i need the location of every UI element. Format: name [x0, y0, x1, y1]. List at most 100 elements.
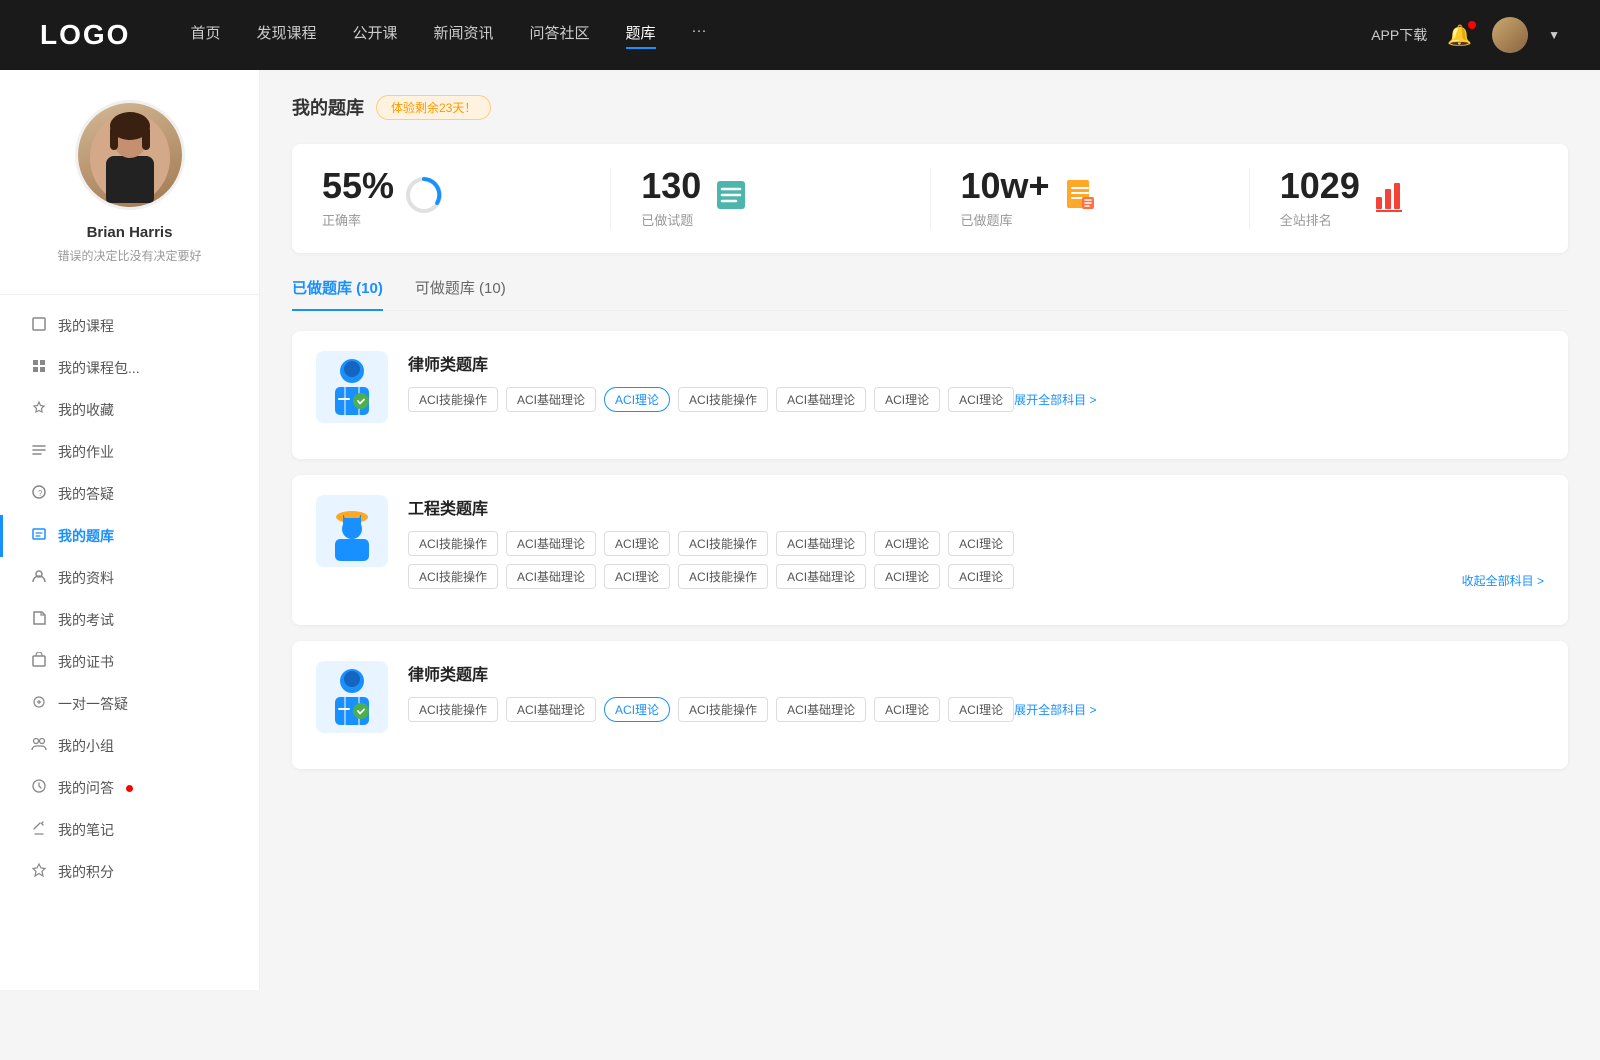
tag-1-r1-6[interactable]: ACI理论: [948, 531, 1014, 556]
sidebar-profile: Brian Harris 错误的决定比没有决定要好: [0, 70, 259, 284]
tag-1-r2-0[interactable]: ACI技能操作: [408, 564, 498, 589]
tag-1-r2-5[interactable]: ACI理论: [874, 564, 940, 589]
tab-item-1[interactable]: 可做题库 (10): [415, 277, 506, 310]
tag-1-r1-4[interactable]: ACI基础理论: [776, 531, 866, 556]
avatar-image: [1492, 17, 1528, 53]
qbank-card-1: 工程类题库 ACI技能操作ACI基础理论ACI理论ACI技能操作ACI基础理论A…: [292, 475, 1568, 625]
profile-motto: 错误的决定比没有决定要好: [57, 247, 201, 264]
qbank-info-1: 工程类题库 ACI技能操作ACI基础理论ACI理论ACI技能操作ACI基础理论A…: [408, 495, 1544, 589]
stat-label-0: 正确率: [322, 210, 394, 229]
menu-label-8: 我的证书: [58, 652, 114, 672]
sidebar-menu-item-7[interactable]: 我的考试: [0, 599, 259, 641]
menu-label-10: 我的小组: [58, 736, 114, 756]
sidebar-menu-item-0[interactable]: 我的课程: [0, 305, 259, 347]
tag-2-0[interactable]: ACI技能操作: [408, 697, 498, 722]
nav-link[interactable]: 问答社区: [530, 22, 590, 49]
tag-1-r1-1[interactable]: ACI基础理论: [506, 531, 596, 556]
sidebar-menu-item-1[interactable]: 我的课程包...: [0, 347, 259, 389]
tag-0-6[interactable]: ACI理论: [948, 387, 1014, 412]
nav-link[interactable]: 首页: [190, 22, 220, 49]
qbank-icon-1: [316, 495, 388, 567]
sidebar-menu-item-11[interactable]: 我的问答: [0, 767, 259, 809]
tag-1-r2-6[interactable]: ACI理论: [948, 564, 1014, 589]
sidebar-menu-item-12[interactable]: 我的笔记: [0, 809, 259, 851]
nav-link[interactable]: 题库: [626, 22, 656, 49]
collapse-link-1[interactable]: 收起全部科目 >: [1462, 572, 1544, 589]
qbank-tags-row2-1: ACI技能操作 ACI基础理论 ACI理论 ACI技能操作 ACI基础理论 ACI理论 AC…: [408, 564, 1544, 589]
stat-label-2: 已做题库: [961, 210, 1050, 229]
tag-1-r2-2[interactable]: ACI理论: [604, 564, 670, 589]
tag-2-6[interactable]: ACI理论: [948, 697, 1014, 722]
sidebar-menu-item-2[interactable]: 我的收藏: [0, 389, 259, 431]
sidebar-menu-item-13[interactable]: 我的积分: [0, 851, 259, 893]
sidebar-menu-item-3[interactable]: 我的作业: [0, 431, 259, 473]
menu-icon-8: [30, 652, 48, 672]
tag-1-r2-3[interactable]: ACI技能操作: [678, 564, 768, 589]
tag-1-r2-4[interactable]: ACI基础理论: [776, 564, 866, 589]
menu-label-1: 我的课程包...: [58, 358, 140, 378]
qbank-name-1: 工程类题库: [408, 495, 1544, 519]
menu-label-2: 我的收藏: [58, 400, 114, 420]
tag-0-1[interactable]: ACI基础理论: [506, 387, 596, 412]
profile-avatar-image: [78, 103, 182, 207]
profile-name: Brian Harris: [87, 224, 173, 241]
qbank-card-top-2: 律师类题库 ACI技能操作 ACI基础理论 ACI理论 ACI技能操作 ACI基础理论 A…: [316, 661, 1544, 733]
menu-label-3: 我的作业: [58, 442, 114, 462]
tag-1-r1-0[interactable]: ACI技能操作: [408, 531, 498, 556]
sidebar-menu-item-10[interactable]: 我的小组: [0, 725, 259, 767]
tag-0-2[interactable]: ACI理论: [604, 387, 670, 412]
notification-bell[interactable]: 🔔: [1447, 23, 1472, 48]
tag-2-5[interactable]: ACI理论: [874, 697, 940, 722]
sidebar-menu-item-9[interactable]: 一对一答疑: [0, 683, 259, 725]
stat-item-0: 55% 正确率: [292, 168, 611, 229]
tag-1-r1-5[interactable]: ACI理论: [874, 531, 940, 556]
menu-icon-10: [30, 736, 48, 756]
sidebar-menu-item-6[interactable]: 我的资料: [0, 557, 259, 599]
menu-label-7: 我的考试: [58, 610, 114, 630]
tag-2-3[interactable]: ACI技能操作: [678, 697, 768, 722]
qbank-tags-row1-1: ACI技能操作 ACI基础理论 ACI理论 ACI技能操作 ACI基础理论 ACI理论 AC…: [408, 531, 1544, 556]
tag-0-3[interactable]: ACI技能操作: [678, 387, 768, 412]
avatar[interactable]: [1492, 17, 1528, 53]
sidebar-menu-item-5[interactable]: 我的题库: [0, 515, 259, 557]
tag-1-r1-2[interactable]: ACI理论: [604, 531, 670, 556]
sidebar-menu-item-8[interactable]: 我的证书: [0, 641, 259, 683]
qbank-card-2: 律师类题库 ACI技能操作 ACI基础理论 ACI理论 ACI技能操作 ACI基础理论 A…: [292, 641, 1568, 769]
tag-0-4[interactable]: ACI基础理论: [776, 387, 866, 412]
tag-1-r2-1[interactable]: ACI基础理论: [506, 564, 596, 589]
nav-link[interactable]: 公开课: [352, 22, 397, 49]
nav-link[interactable]: 新闻资讯: [434, 22, 494, 49]
sidebar-menu-item-4[interactable]: ?我的答疑: [0, 473, 259, 515]
nav-link[interactable]: ···: [692, 22, 707, 49]
menu-icon-5: [30, 526, 48, 546]
app-download-link[interactable]: APP下载: [1371, 25, 1427, 45]
expand-link-2[interactable]: 展开全部科目 >: [1014, 701, 1096, 718]
page-layout: Brian Harris 错误的决定比没有决定要好 我的课程我的课程包... 我的…: [0, 70, 1600, 990]
tag-0-5[interactable]: ACI理论: [874, 387, 940, 412]
menu-badge-11: [126, 785, 133, 792]
qbank-icon-0: [316, 351, 388, 423]
dropdown-chevron[interactable]: ▼: [1548, 28, 1560, 42]
tab-item-0[interactable]: 已做题库 (10): [292, 277, 383, 310]
menu-icon-0: [30, 316, 48, 336]
expand-link-0[interactable]: 展开全部科目 >: [1014, 391, 1096, 408]
nav-link[interactable]: 发现课程: [256, 22, 316, 49]
tag-2-1[interactable]: ACI基础理论: [506, 697, 596, 722]
menu-icon-1: [30, 358, 48, 378]
tabs-row: 已做题库 (10) 可做题库 (10): [292, 277, 1568, 311]
qbank-name-2: 律师类题库: [408, 661, 1096, 685]
tag-1-r1-3[interactable]: ACI技能操作: [678, 531, 768, 556]
sidebar-divider: [0, 294, 259, 295]
tag-2-4[interactable]: ACI基础理论: [776, 697, 866, 722]
qbank-info-2: 律师类题库 ACI技能操作 ACI基础理论 ACI理论 ACI技能操作 ACI基础理论 A…: [408, 661, 1096, 722]
menu-icon-7: [30, 610, 48, 630]
navbar: LOGO 首页 发现课程 公开课 新闻资讯 问答社区 题库 ··· APP下载 🔔 ▼: [0, 0, 1600, 70]
stat-label-3: 全站排名: [1280, 210, 1360, 229]
tag-0-0[interactable]: ACI技能操作: [408, 387, 498, 412]
stat-text-2: 10w+ 已做题库: [961, 168, 1050, 229]
logo[interactable]: LOGO: [40, 19, 130, 51]
qbank-card-top-1: 工程类题库 ACI技能操作ACI基础理论ACI理论ACI技能操作ACI基础理论A…: [316, 495, 1544, 589]
stat-icon-3: [1372, 177, 1408, 220]
tag-2-2[interactable]: ACI理论: [604, 697, 670, 722]
menu-icon-11: [30, 778, 48, 798]
